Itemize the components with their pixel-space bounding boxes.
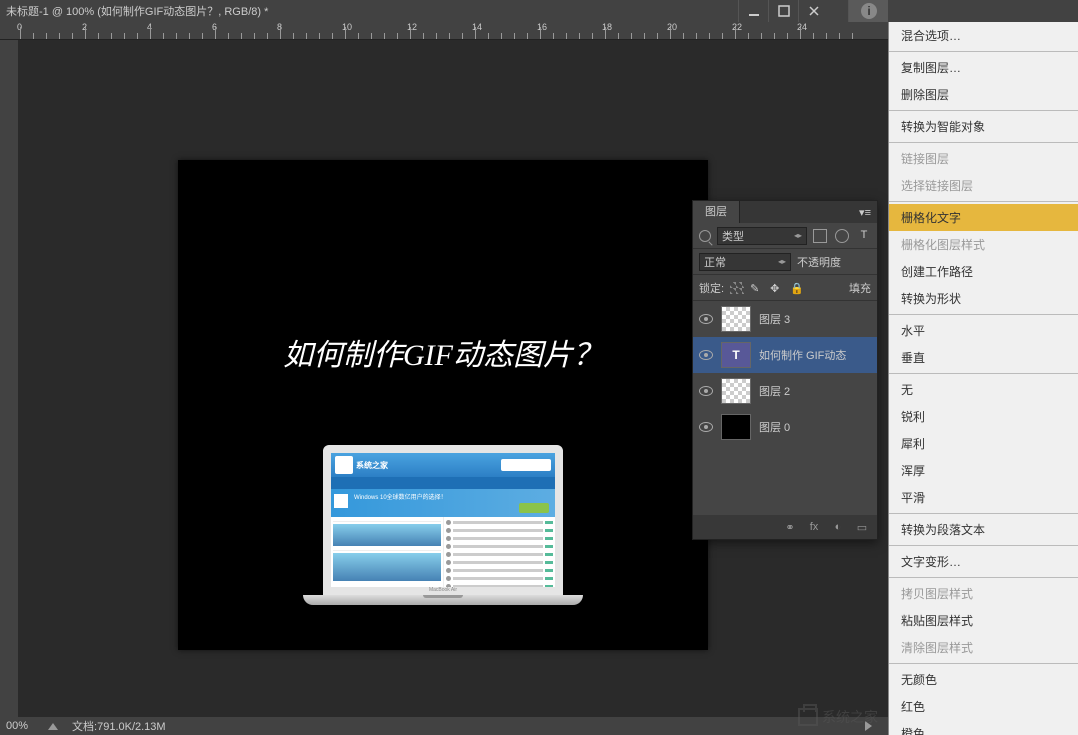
layer-item[interactable]: 图层 2 [693,373,877,409]
window-controls: i [738,0,888,22]
menu-item: 选择链接图层 [889,172,1078,199]
menu-item[interactable]: 犀利 [889,430,1078,457]
lock-label: 锁定: [699,280,724,296]
visibility-eye-icon[interactable] [699,314,713,324]
fx-icon[interactable]: fx [807,520,821,534]
site-title: 系统之家 [356,460,388,471]
opacity-label: 不透明度 [797,254,841,270]
site-logo-icon [335,456,353,474]
site-banner: Windows 10全球数亿用户的选择！ [331,489,555,517]
filter-adjust-icon[interactable] [835,229,849,243]
menu-item: 清除图层样式 [889,634,1078,661]
menu-item[interactable]: 浑厚 [889,457,1078,484]
doc-size: 文档:791.0K/2.13M [72,718,166,734]
menu-item[interactable]: 文字变形… [889,548,1078,575]
layer-item[interactable]: T 如何制作 GIF动态 [693,337,877,373]
site-search [501,459,551,471]
visibility-eye-icon[interactable] [699,386,713,396]
mask-icon[interactable]: ◐ [831,520,845,534]
layers-tab[interactable]: 图层 [693,201,740,223]
visibility-eye-icon[interactable] [699,350,713,360]
layers-footer: ⚭ fx ◐ ▭ [693,515,877,539]
close-button[interactable] [798,0,828,22]
filter-type-icon[interactable]: T [857,229,871,243]
layer-item[interactable]: 图层 3 [693,301,877,337]
menu-item: 拷贝图层样式 [889,580,1078,607]
laptop-image-layer[interactable]: 系统之家 Windows 10全球数亿用户的选择！ [303,445,583,605]
ruler-vertical [0,40,18,717]
folder-icon[interactable]: ▭ [855,520,869,534]
filter-type-select[interactable]: 类型◂▸ [717,227,807,245]
titlebar: 未标题-1 @ 100% (如何制作GIF动态图片？, RGB/8) * [0,0,1078,22]
layer-thumbnail[interactable]: T [721,342,751,368]
menu-item: 栅格化图层样式 [889,231,1078,258]
menu-item[interactable]: 橙色 [889,720,1078,735]
context-menu[interactable]: 混合选项… 复制图层…删除图层转换为智能对象链接图层选择链接图层栅格化文字栅格化图… [888,22,1078,735]
layers-panel[interactable]: 图层 ▾≡ 类型◂▸ T 正常◂▸ 不透明度 锁定: ✎ ✥ 🔒 填充 图层 3… [692,200,878,540]
svg-text:i: i [867,4,870,18]
menu-item: 链接图层 [889,145,1078,172]
menu-item[interactable]: 红色 [889,693,1078,720]
minimize-button[interactable] [738,0,768,22]
link-layers-icon[interactable]: ⚭ [783,520,797,534]
filter-search-icon[interactable] [699,230,711,242]
info-button[interactable]: i [848,0,888,22]
menu-item[interactable]: 水平 [889,317,1078,344]
filter-pixel-icon[interactable] [813,229,827,243]
zoom-level[interactable]: 00% [6,720,28,732]
ruler-horizontal: 024681012141618202224 [0,22,888,40]
menu-item[interactable]: 垂直 [889,344,1078,371]
menu-item[interactable]: 混合选项… [889,22,1078,49]
layer-item[interactable]: 图层 0 [693,409,877,445]
lock-all-icon[interactable]: 🔒 [790,282,804,294]
lock-brush-icon[interactable]: ✎ [750,282,764,294]
menu-item[interactable]: 粘贴图层样式 [889,607,1078,634]
menu-item[interactable]: 栅格化文字 [889,204,1078,231]
site-nav [331,477,555,489]
layer-name[interactable]: 如何制作 GIF动态 [759,347,846,363]
canvas[interactable]: 如何制作GIF动态图片？ 系统之家 Windows 10全球数亿用户的选择！ [178,160,708,650]
canvas-text-layer[interactable]: 如何制作GIF动态图片？ [283,330,603,374]
menu-item[interactable]: 转换为智能对象 [889,113,1078,140]
watermark: 系统之家 [798,707,878,727]
menu-item[interactable]: 无颜色 [889,666,1078,693]
statusbar: 00% 文档:791.0K/2.13M [0,717,888,735]
maximize-button[interactable] [768,0,798,22]
visibility-eye-icon[interactable] [699,422,713,432]
menu-item[interactable]: 无 [889,376,1078,403]
lock-transparent-icon[interactable] [730,282,744,294]
lock-position-icon[interactable]: ✥ [770,282,784,294]
fill-label: 填充 [849,280,871,296]
menu-item[interactable]: 转换为形状 [889,285,1078,312]
blend-mode-select[interactable]: 正常◂▸ [699,253,791,271]
layer-thumbnail[interactable] [721,306,751,332]
menu-item[interactable]: 平滑 [889,484,1078,511]
layer-thumbnail[interactable] [721,414,751,440]
layer-name[interactable]: 图层 2 [759,383,790,399]
panel-menu-icon[interactable]: ▾≡ [859,206,871,219]
menu-item[interactable]: 创建工作路径 [889,258,1078,285]
zoom-dropdown-icon[interactable] [48,723,58,730]
layer-name[interactable]: 图层 0 [759,419,790,435]
layer-name[interactable]: 图层 3 [759,311,790,327]
menu-item[interactable]: 锐利 [889,403,1078,430]
layer-list: 图层 3 T 如何制作 GIF动态图层 2 图层 0 [693,301,877,445]
window-title: 未标题-1 @ 100% (如何制作GIF动态图片？, RGB/8) * [6,3,268,19]
layer-thumbnail[interactable] [721,378,751,404]
menu-item[interactable]: 删除图层 [889,81,1078,108]
menu-item[interactable]: 转换为段落文本 [889,516,1078,543]
menu-item[interactable]: 复制图层… [889,54,1078,81]
laptop-brand: MacBook Air [429,587,457,593]
watermark-icon [798,708,818,726]
